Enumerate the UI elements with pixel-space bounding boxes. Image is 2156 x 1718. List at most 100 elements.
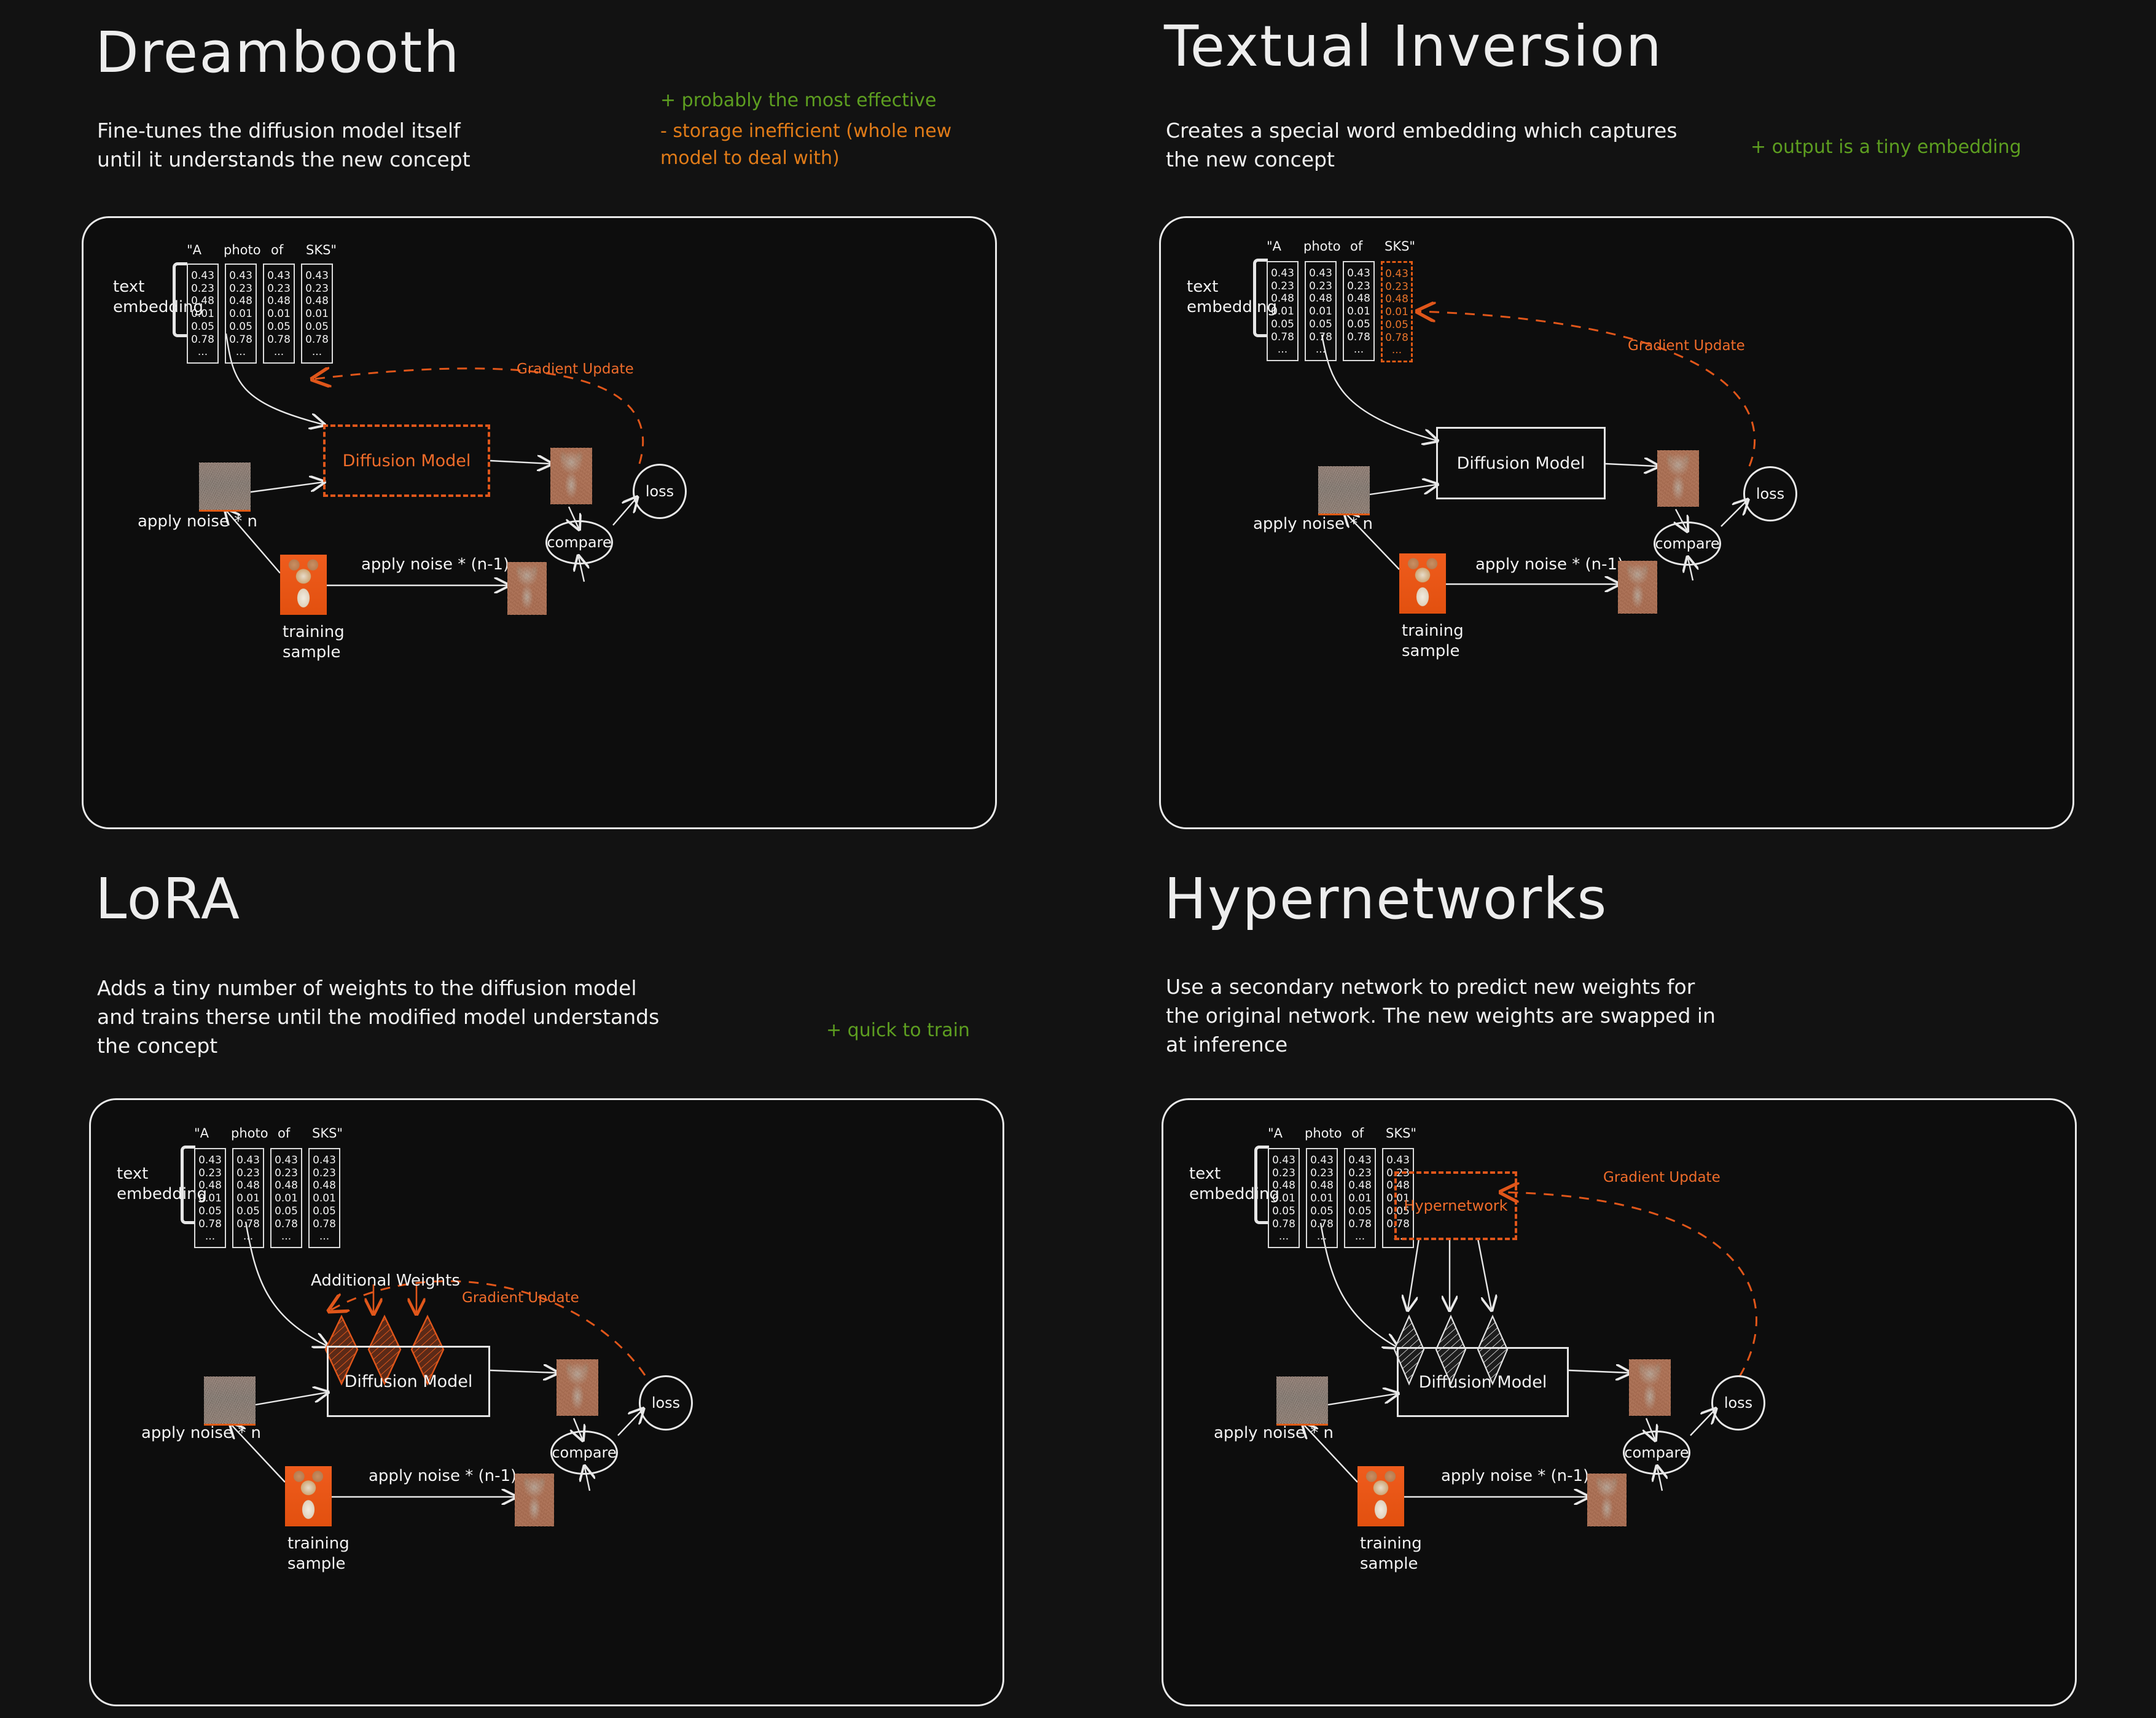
embedding-value: 0.43 [191, 270, 214, 282]
embedding-value: 0.01 [229, 308, 252, 321]
prompt-token-2: of [278, 1126, 291, 1141]
prompt-token-1: photo [1305, 1126, 1342, 1141]
embedding-value: 0.05 [1310, 1205, 1334, 1217]
diagram-frame: text embedding "A photo of SKS" 0.43 0.23… [89, 1098, 1004, 1706]
embedding-bracket [181, 1146, 195, 1224]
apply-noise-n1-label: apply noise * (n-1) [1475, 555, 1624, 574]
embedding-value: 0.05 [1309, 318, 1332, 330]
embedding-value: ... [1353, 343, 1364, 356]
training-sample-image [285, 1466, 332, 1526]
embedding-value: 0.05 [267, 320, 291, 333]
embedding-value: ... [1316, 1230, 1327, 1243]
embedding-value: 0.01 [1272, 1192, 1295, 1205]
noise-latent-image [199, 463, 251, 512]
embedding-value: 0.48 [1309, 292, 1332, 305]
embedding-value: 0.78 [1347, 330, 1370, 343]
embedding-value: 0.05 [305, 320, 329, 333]
embedding-column-1: 0.43 0.23 0.48 0.01 0.05 0.78... [232, 1148, 264, 1249]
embedding-value: 0.48 [267, 295, 291, 308]
embedding-value: 0.43 [1272, 1154, 1295, 1166]
panel-lora: LoRA Adds a tiny number of weights to th… [0, 859, 1078, 1718]
embedding-value: 0.23 [1310, 1166, 1334, 1179]
predicted-image [1657, 450, 1699, 507]
embedding-value: 0.01 [1347, 305, 1370, 318]
embedding-column-0: 0.43 0.23 0.48 0.01 0.05 0.78... [194, 1148, 226, 1249]
diagram-frame: text embedding "A photo of SKS" 0.43 0.23… [1159, 216, 2074, 829]
embedding-value: 0.78 [1385, 331, 1408, 344]
prompt-token-0: "A [194, 1126, 209, 1141]
embedding-value: 0.01 [236, 1192, 260, 1205]
additional-weights-label: Additional Weights [311, 1271, 460, 1290]
embedding-bracket [1253, 259, 1268, 337]
embedding-value: 0.01 [275, 1192, 298, 1205]
embedding-value: 0.48 [191, 295, 214, 308]
gradient-update-label: Gradient Update [1603, 1169, 1721, 1185]
embedding-value: ... [273, 346, 284, 359]
embedding-value: 0.23 [1309, 279, 1332, 292]
embedding-value: 0.05 [1271, 318, 1294, 330]
embedding-value: ... [243, 1230, 254, 1243]
whiteboard-canvas: Dreambooth Fine-tunes the diffusion mode… [0, 0, 2156, 1718]
embedding-value: ... [1315, 343, 1326, 356]
embedding-value: 0.43 [1310, 1154, 1334, 1166]
compare-node: compare [545, 520, 613, 564]
noised-training-sample [1618, 561, 1657, 614]
embedding-column-1: 0.43 0.23 0.48 0.01 0.05 0.78... [1305, 261, 1337, 362]
training-sample-image [1399, 553, 1446, 614]
embedding-value: 0.43 [267, 270, 291, 282]
prompt-token-1: photo [231, 1126, 268, 1141]
loss-node: loss [633, 464, 687, 519]
compare-node: compare [1654, 521, 1721, 566]
apply-noise-n-label: apply noise * n [138, 512, 257, 531]
diffusion-model-box: Diffusion Model [327, 1346, 490, 1417]
predicted-image [557, 1359, 598, 1416]
gradient-update-label: Gradient Update [462, 1290, 579, 1306]
panel-subtitle: Creates a special word embedding which c… [1166, 119, 1678, 171]
embedding-value: ... [1278, 1230, 1289, 1243]
embedding-value: 0.48 [1385, 293, 1408, 306]
embedding-column-0: 0.43 0.23 0.48 0.01 0.05 0.78... [1268, 1148, 1300, 1249]
embedding-value: 0.48 [1347, 292, 1370, 305]
page-title: LoRA [95, 866, 241, 932]
embedding-value: 0.48 [198, 1179, 222, 1192]
embedding-value: ... [205, 1230, 216, 1243]
embedding-value: 0.05 [1347, 318, 1370, 330]
diffusion-model-label: Diffusion Model [1456, 453, 1585, 473]
hypernetwork-box: Hypernetwork [1394, 1171, 1517, 1240]
compare-label: compare [1624, 1444, 1689, 1461]
embedding-value: 0.43 [1348, 1154, 1372, 1166]
embedding-value: 0.01 [198, 1192, 222, 1205]
embedding-value: 0.78 [1310, 1217, 1334, 1230]
noise-latent-image [1276, 1376, 1328, 1426]
training-sample-image [280, 555, 327, 615]
embedding-value: 0.48 [229, 295, 252, 308]
embedding-value: 0.23 [236, 1166, 260, 1179]
hypernetwork-label: Hypernetwork [1404, 1197, 1508, 1214]
panel-textual-inversion: Textual Inversion Creates a special word… [1078, 0, 2156, 859]
embedding-value: 0.23 [305, 282, 329, 295]
noised-training-sample [515, 1474, 554, 1526]
embedding-column-0: 0.43 0.23 0.48 0.01 0.05 0.78... [187, 264, 219, 364]
training-sample-label: training sample [1360, 1534, 1422, 1573]
embedding-column-2: 0.43 0.23 0.48 0.01 0.05 0.78... [1343, 261, 1375, 362]
embedding-value: 0.43 [1271, 267, 1294, 279]
prompt-token-3: SKS" [1385, 239, 1416, 254]
loss-node: loss [639, 1375, 693, 1431]
embedding-value: 0.78 [236, 1217, 260, 1230]
prompt-token-2: of [1350, 239, 1363, 254]
gradient-update-label: Gradient Update [1628, 338, 1745, 354]
prompt-token-3: SKS" [306, 243, 337, 257]
embedding-value: 0.01 [1309, 305, 1332, 318]
embedding-value: 0.05 [229, 320, 252, 333]
embedding-value: 0.43 [305, 270, 329, 282]
prompt-token-0: "A [187, 243, 202, 257]
embedding-column-3: 0.43 0.23 0.48 0.01 0.05 0.78... [301, 264, 333, 364]
embedding-value: ... [311, 346, 322, 359]
embedding-value: 0.01 [1385, 306, 1408, 319]
embedding-value: 0.23 [1347, 279, 1370, 292]
embedding-value: 0.05 [236, 1205, 260, 1217]
embedding-value: 0.43 [198, 1154, 222, 1166]
embedding-value: ... [1277, 343, 1288, 356]
training-sample-label: training sample [287, 1534, 350, 1573]
embedding-value: 0.23 [1348, 1166, 1372, 1179]
